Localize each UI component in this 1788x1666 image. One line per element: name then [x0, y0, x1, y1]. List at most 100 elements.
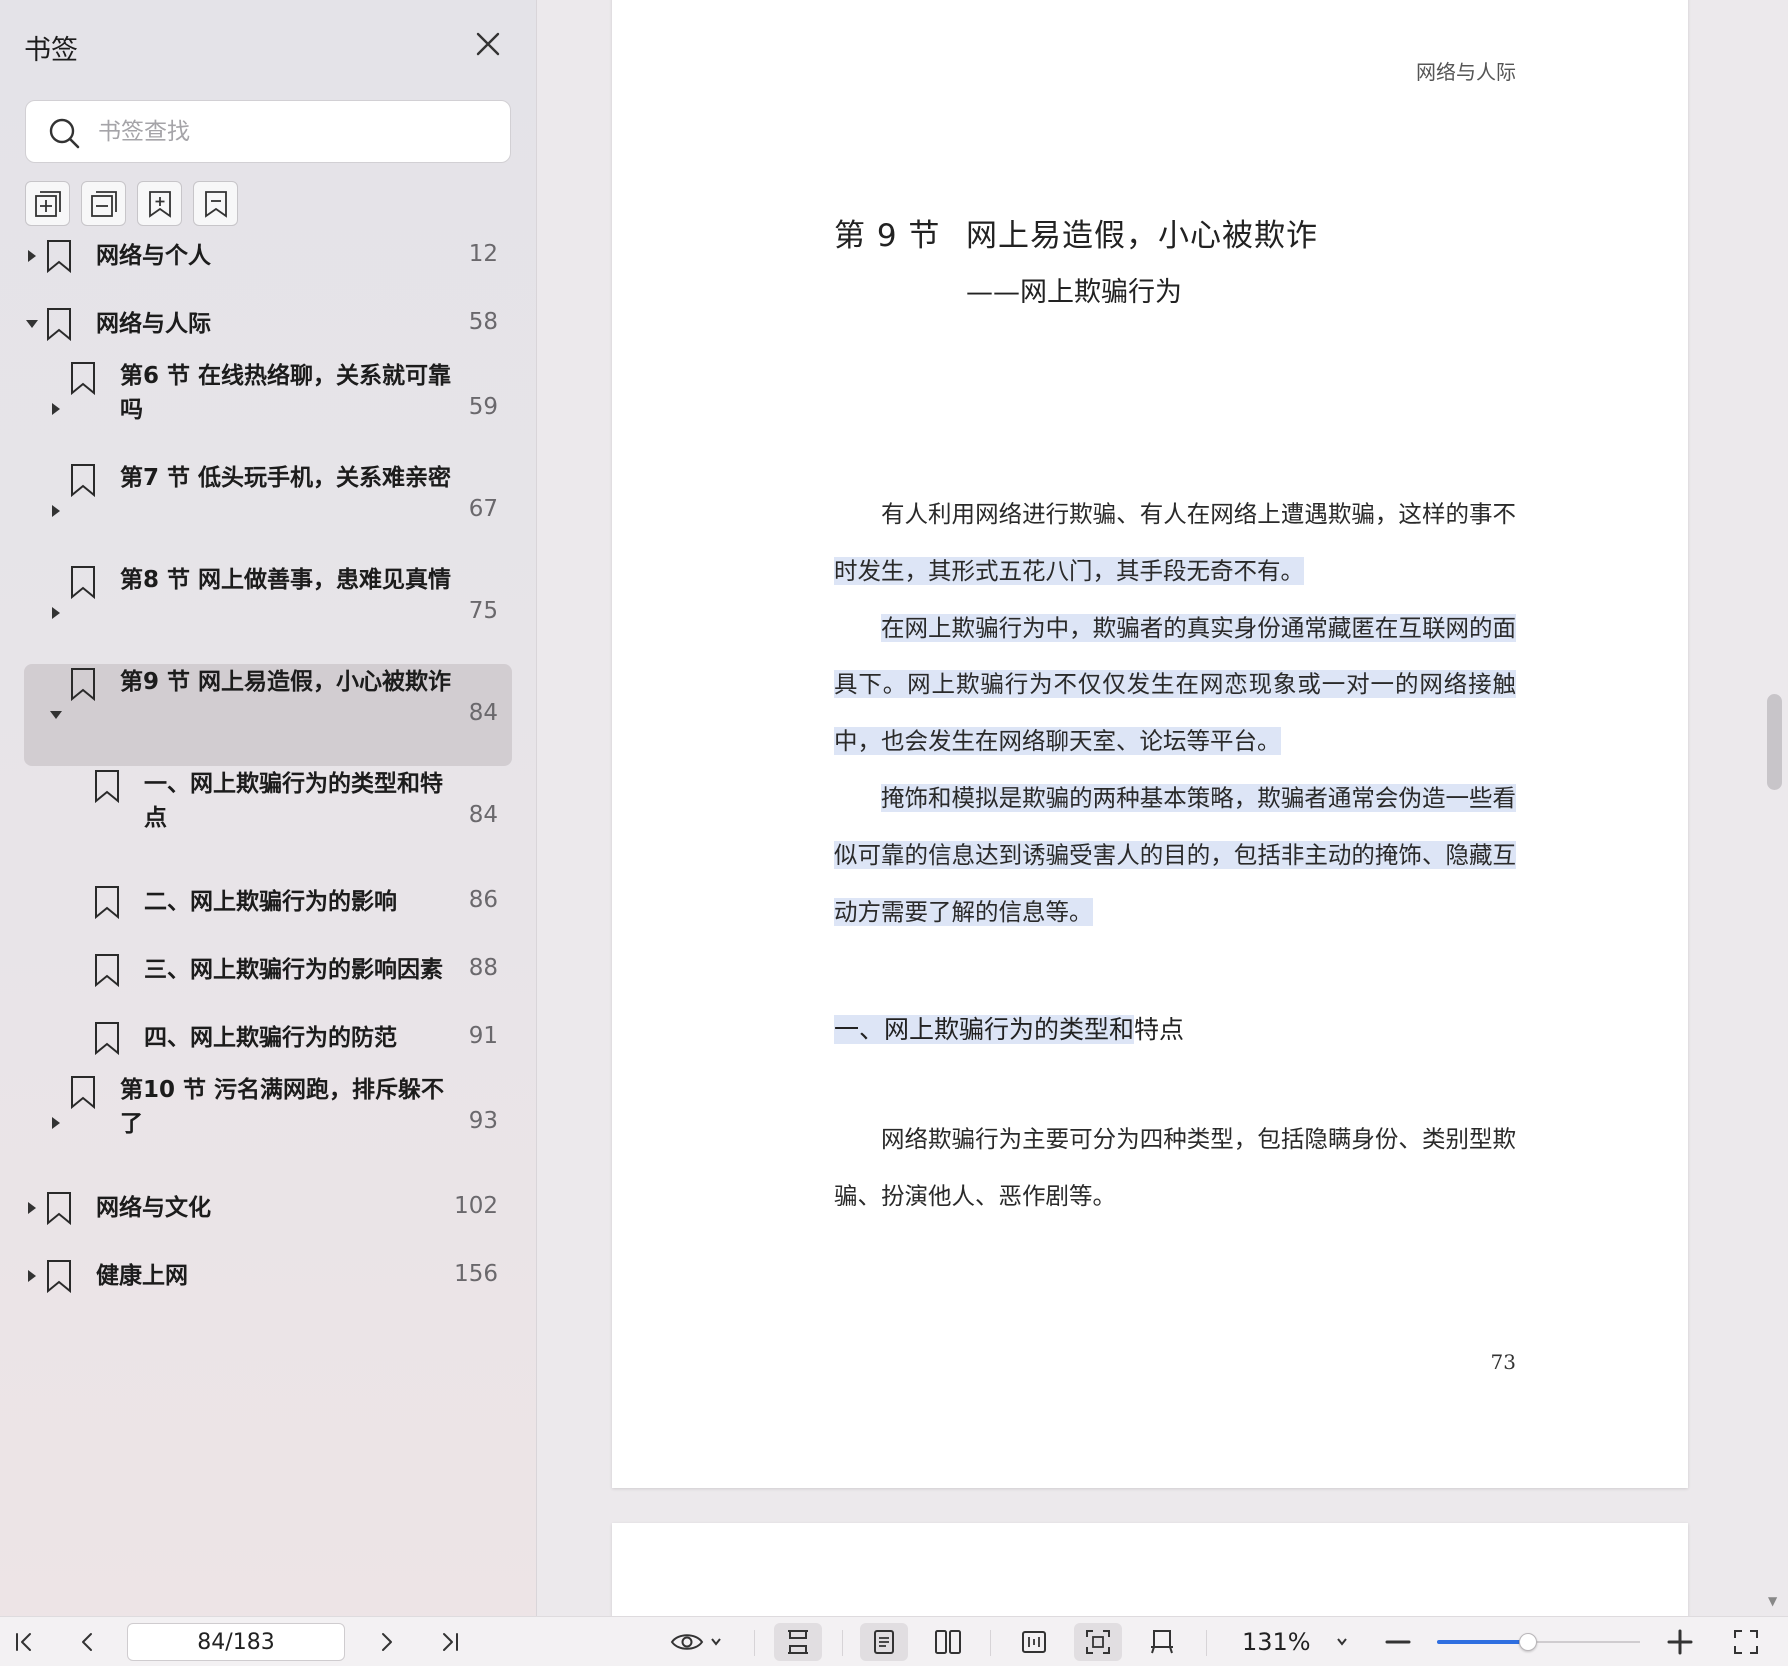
divider	[842, 1630, 843, 1656]
first-page-icon	[12, 1630, 36, 1654]
bookmark-label: 网络与文化	[96, 1195, 211, 1221]
chevron-down-icon	[1336, 1637, 1348, 1647]
previous-page-button[interactable]	[70, 1623, 106, 1661]
bookmark-icon	[93, 769, 121, 803]
paragraph-text: 有人利用网络进行欺骗、有人在网络上遭遇欺骗，这样的事不	[881, 500, 1516, 528]
next-page-button[interactable]	[368, 1623, 404, 1661]
zoom-level: 131%	[1242, 1628, 1311, 1656]
bookmark-page-number: 88	[468, 955, 498, 981]
bookmark-page-number: 58	[468, 309, 498, 335]
vertical-scrollbar-thumb[interactable]	[1767, 694, 1782, 790]
single-page-button[interactable]	[860, 1623, 908, 1661]
bookmark-page-number: 84	[468, 700, 498, 726]
bookmark-label: 健康上网	[96, 1263, 188, 1289]
caret-right-icon[interactable]	[49, 504, 63, 518]
caret-down-icon[interactable]	[25, 317, 39, 331]
caret-right-icon[interactable]	[49, 1116, 63, 1130]
status-bar: 131%	[0, 1616, 1788, 1666]
bookmark-item[interactable]: 第7 节 低头玩手机，关系难亲密 67	[24, 460, 512, 562]
bookmark-label: 网络与个人	[96, 243, 211, 269]
bookmark-page-number: 84	[468, 802, 498, 828]
fit-page-button[interactable]	[1074, 1623, 1122, 1661]
divider	[754, 1630, 755, 1656]
zoom-in-button[interactable]	[1662, 1623, 1698, 1661]
bookmark-item[interactable]: 四、网上欺骗行为的防范 91	[24, 1004, 512, 1072]
zoom-dropdown[interactable]	[1330, 1623, 1354, 1661]
bookmark-page-number: 102	[454, 1193, 498, 1219]
bookmark-item[interactable]: 健康上网 156	[24, 1242, 512, 1310]
chevron-down-icon	[710, 1637, 722, 1647]
bookmark-icon	[93, 1021, 121, 1055]
last-page-button[interactable]	[432, 1623, 468, 1661]
fullscreen-button[interactable]	[1728, 1623, 1764, 1661]
actual-size-icon	[1148, 1628, 1176, 1656]
highlighted-text: 时发生，其形式五花八门，其手段无奇不有。	[834, 556, 1304, 585]
bookmark-icon	[69, 667, 97, 701]
bookmark-page-number: 75	[468, 598, 498, 624]
heading-text: 特点	[1134, 1015, 1185, 1044]
bookmark-item[interactable]: 一、网上欺骗行为的类型和特点 84	[24, 766, 512, 868]
zoom-slider-handle[interactable]	[1519, 1633, 1538, 1651]
plus-icon	[1667, 1629, 1693, 1655]
highlighted-text: 在网上欺骗行为中，欺骗者的真实身份通常藏匿在互联网的面具下。网上欺骗行为不仅仅发…	[834, 613, 1516, 756]
caret-down-icon[interactable]	[49, 708, 63, 722]
bookmark-icon	[69, 361, 97, 395]
panel-title: 书签	[24, 35, 78, 66]
bookmark-item[interactable]: 网络与人际 58	[24, 290, 512, 358]
view-mode-dropdown[interactable]	[664, 1623, 728, 1661]
fullscreen-icon	[1732, 1628, 1760, 1656]
close-icon[interactable]	[470, 26, 506, 62]
bookmark-label: 二、网上欺骗行为的影响	[144, 889, 397, 915]
caret-right-icon[interactable]	[49, 402, 63, 416]
highlighted-text: 掩饰和模拟是欺骗的两种基本策略，欺骗者通常会伪造一些看似可靠的信息达到诱骗受害人…	[834, 783, 1516, 926]
highlighted-text: 一、网上欺骗行为的类型和	[834, 1015, 1135, 1044]
bookmark-icon	[93, 885, 121, 919]
add-bookmark-button[interactable]	[137, 181, 182, 226]
bookmark-item[interactable]: 网络与个人 12	[24, 222, 512, 290]
caret-right-icon[interactable]	[25, 1269, 39, 1283]
bookmark-icon	[69, 463, 97, 497]
bookmark-page-number: 59	[468, 394, 498, 420]
paragraph: 网络欺骗行为主要可分为四种类型，包括隐瞒身份、类别型欺骗、扮演他人、恶作剧等。	[834, 1125, 1516, 1210]
paragraph: 在网上欺骗行为中，欺骗者的真实身份通常藏匿在互联网的面具下。网上欺骗行为不仅仅发…	[834, 600, 1516, 770]
bookmark-item[interactable]: 第8 节 网上做善事，患难见真情 75	[24, 562, 512, 664]
collapse-all-button[interactable]	[81, 181, 126, 226]
bookmark-item[interactable]: 第9 节 网上易造假，小心被欺诈 84	[24, 664, 512, 766]
page-number-input[interactable]	[127, 1623, 345, 1661]
bookmark-label: 一、网上欺骗行为的类型和特点	[144, 771, 443, 831]
bookmark-label: 三、网上欺骗行为的影响因素	[144, 957, 443, 983]
document-page: 网络与人际 第 9 节网上易造假，小心被欺诈 ——网上欺骗行为 有人利用网络进行…	[612, 0, 1688, 1488]
caret-right-icon[interactable]	[25, 1201, 39, 1215]
bookmark-item[interactable]: 第10 节 污名满网跑，排斥躲不了 93	[24, 1072, 512, 1174]
bookmark-page-number: 86	[468, 887, 498, 913]
scroll-down-icon[interactable]: ▼	[1768, 1594, 1777, 1608]
bookmark-icon	[69, 1075, 97, 1109]
bookmark-item[interactable]: 网络与文化 102	[24, 1174, 512, 1242]
bookmark-icon	[201, 189, 231, 219]
bookmark-item[interactable]: 第6 节 在线热络聊，关系就可靠吗 59	[24, 358, 512, 460]
add-bookmark-icon	[145, 189, 175, 219]
zoom-out-button[interactable]	[1380, 1623, 1416, 1661]
bookmark-item[interactable]: 三、网上欺骗行为的影响因素 88	[24, 936, 512, 1004]
minus-icon	[1385, 1629, 1411, 1655]
caret-right-icon[interactable]	[49, 606, 63, 620]
fit-width-button[interactable]	[1010, 1623, 1058, 1661]
bookmark-label: 第8 节 网上做善事，患难见真情	[120, 567, 452, 593]
continuous-scroll-button[interactable]	[774, 1623, 822, 1661]
first-page-button[interactable]	[6, 1623, 42, 1661]
bookmark-button[interactable]	[193, 181, 238, 226]
two-page-button[interactable]	[924, 1623, 972, 1661]
bookmark-icon	[69, 565, 97, 599]
caret-right-icon[interactable]	[25, 249, 39, 263]
actual-size-button[interactable]	[1138, 1623, 1186, 1661]
divider	[1206, 1630, 1207, 1656]
bookmark-search-box	[25, 100, 511, 163]
bookmark-item[interactable]: 二、网上欺骗行为的影响 86	[24, 868, 512, 936]
section-title-text: 网上易造假，小心被欺诈	[966, 218, 1318, 254]
zoom-slider[interactable]	[1437, 1633, 1640, 1651]
section-subtitle: ——网上欺骗行为	[966, 277, 1182, 308]
document-view[interactable]: 网络与人际 第 9 节网上易造假，小心被欺诈 ——网上欺骗行为 有人利用网络进行…	[538, 0, 1788, 1616]
expand-all-button[interactable]	[25, 181, 70, 226]
bookmark-search-input[interactable]	[98, 111, 498, 153]
bookmark-icon	[45, 239, 73, 273]
